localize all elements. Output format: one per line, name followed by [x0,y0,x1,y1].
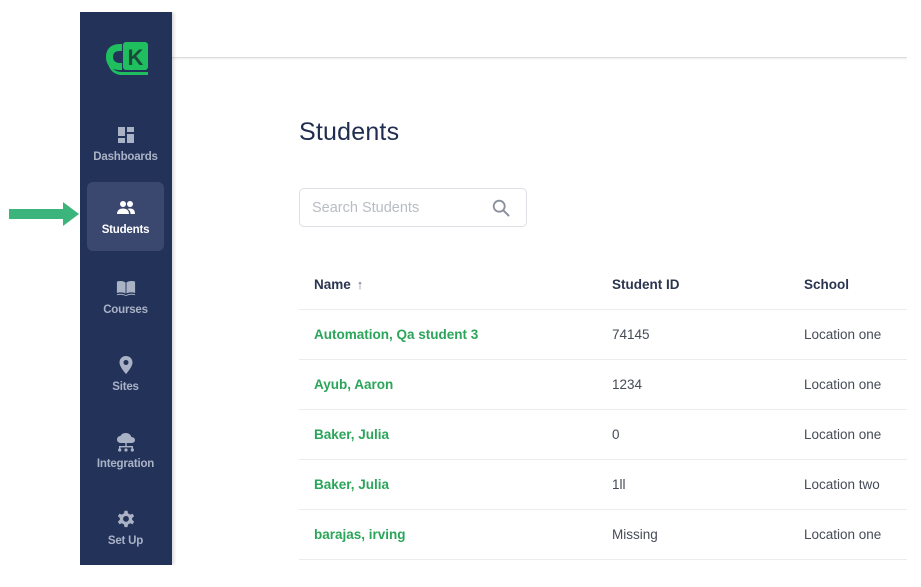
student-id-cell: 1234 [612,377,643,392]
sort-ascending-icon[interactable]: ↑ [357,260,364,310]
table-header-row: Name ↑ Student ID School [299,260,907,310]
sidebar-item-sites[interactable]: Sites [87,339,164,408]
student-name-link[interactable]: Ayub, Aaron [314,360,393,410]
gear-icon [115,509,137,529]
column-header-student-id[interactable]: Student ID [612,260,680,310]
sidebar: K Dashboards Students Courses Sites Inte… [80,12,172,565]
map-pin-icon [115,355,137,375]
student-name-link[interactable]: Automation, Qa student 3 [314,310,478,360]
table-row[interactable]: barajas, irving Missing Location one [299,510,907,560]
table-row[interactable]: Ayub, Aaron 1234 Location one [299,360,907,410]
sidebar-item-dashboards[interactable]: Dashboards [87,109,164,178]
student-name-link[interactable]: Baker, Julia [314,460,389,510]
sidebar-item-students[interactable]: Students [87,182,164,251]
app-window: K Dashboards Students Courses Sites Inte… [80,12,907,565]
sidebar-item-courses[interactable]: Courses [87,262,164,331]
school-cell: Location one [804,527,882,542]
sidebar-item-set-up[interactable]: Set Up [87,493,164,562]
student-name-link[interactable]: Baker, Julia [314,410,389,460]
search-icon[interactable] [492,199,510,217]
book-icon [115,278,137,298]
student-name-link[interactable]: barajas, irving [314,510,406,560]
student-id-cell: Missing [612,527,658,542]
dashboard-icon [115,125,137,145]
top-bar [172,12,907,58]
school-cell: Location one [804,377,882,392]
sidebar-item-label: Students [101,223,150,236]
logo-letter: K [128,45,144,70]
sidebar-item-label: Courses [103,303,148,316]
school-cell: Location two [804,477,880,492]
cloud-network-icon [115,432,137,452]
column-header-school[interactable]: School [804,260,849,310]
page-title: Students [299,118,400,146]
annotation-arrow-icon [9,202,79,226]
student-id-cell: 74145 [612,327,650,342]
sidebar-item-integration[interactable]: Integration [87,416,164,485]
table-row[interactable]: Baker, Julia 1ll Location two [299,460,907,510]
school-cell: Location one [804,327,882,342]
search-box[interactable] [299,188,527,227]
column-header-name[interactable]: Name ↑ [314,260,363,310]
students-table: Name ↑ Student ID School Automation, Qa s… [299,260,907,560]
sidebar-item-label: Integration [96,457,155,470]
ck-logo-icon[interactable]: K [102,38,152,78]
student-id-cell: 0 [612,427,620,442]
sidebar-item-label: Set Up [107,534,144,547]
column-header-label: Name [314,277,351,292]
people-icon [115,198,137,218]
table-row[interactable]: Baker, Julia 0 Location one [299,410,907,460]
table-row[interactable]: Automation, Qa student 3 74145 Location … [299,310,907,360]
sidebar-item-label: Sites [112,380,139,393]
search-input[interactable] [312,189,482,226]
student-id-cell: 1ll [612,477,626,492]
sidebar-item-label: Dashboards [93,150,158,163]
school-cell: Location one [804,427,882,442]
